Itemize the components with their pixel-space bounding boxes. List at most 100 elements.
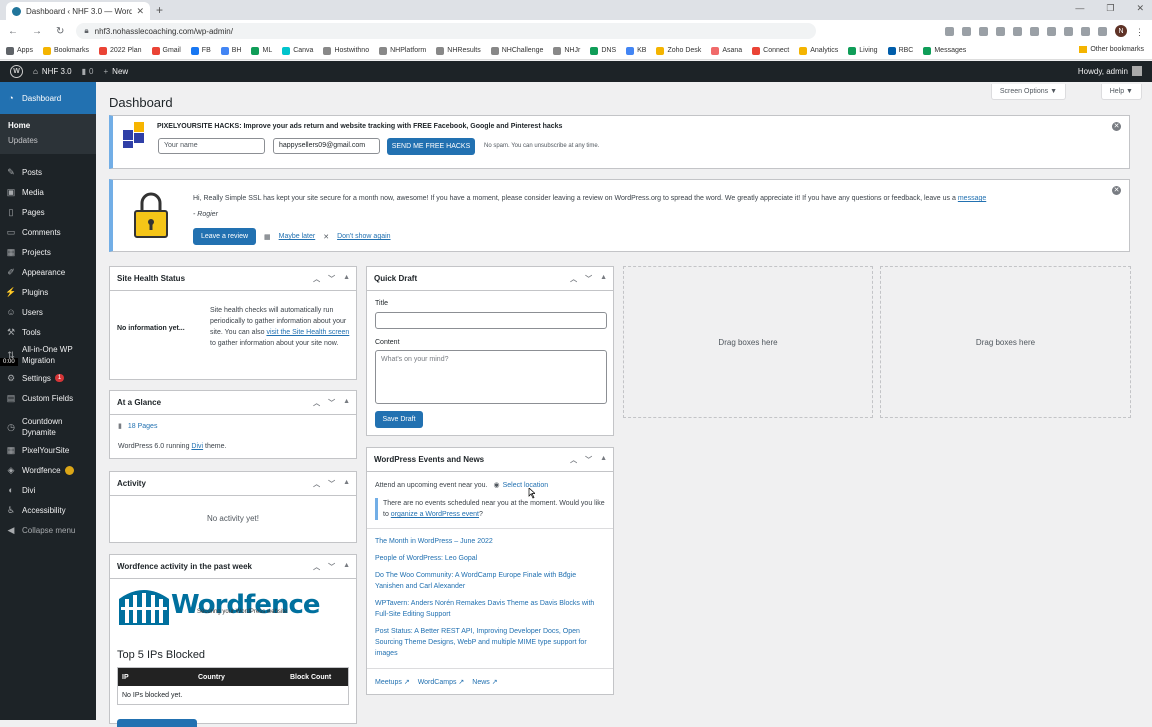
sidebar-item-dashboard[interactable]: ◔ Dashboard [0, 82, 96, 114]
sidebar-item-countdown-dynamite[interactable]: ◷ Countdown Dynamite [0, 414, 96, 440]
bookmark-item[interactable]: Connect [752, 46, 789, 55]
other-bookmarks[interactable]: Other bookmarks [1075, 46, 1144, 53]
extension-icon[interactable] [979, 26, 988, 36]
show-more-button[interactable] [117, 719, 197, 727]
extension-icon[interactable] [962, 26, 971, 36]
extension-icon[interactable] [1081, 26, 1090, 36]
wordpress-logo-button[interactable]: W [10, 65, 23, 78]
leave-review-button[interactable]: Leave a review [193, 228, 256, 245]
bookmark-item[interactable]: RBC [887, 46, 913, 55]
move-down-icon[interactable]: ﹀ [328, 479, 335, 489]
news-link[interactable]: WPTavern: Anders Norén Remakes Davis The… [375, 598, 605, 620]
bookmark-item[interactable]: Hostwithno [323, 46, 369, 55]
submenu-home[interactable]: Home [0, 118, 96, 133]
maybe-later-link[interactable]: Maybe later [279, 233, 316, 240]
new-tab-button[interactable]: + [156, 3, 163, 17]
organize-event-link[interactable]: organize a WordPress event [391, 511, 479, 518]
news-link[interactable]: Post Status: A Better REST API, Improvin… [375, 626, 605, 659]
name-input[interactable]: Your name [158, 138, 265, 154]
extension-icon[interactable] [1064, 26, 1073, 36]
browser-tab[interactable]: Dashboard ‹ NHF 3.0 — WordPre ✕ [6, 2, 150, 20]
bookmark-item[interactable]: BH [220, 46, 241, 55]
sidebar-item-settings[interactable]: ⚙ Settings 1 [0, 368, 96, 388]
bookmark-item[interactable]: Apps [6, 46, 33, 55]
bookmark-item[interactable]: Messages [923, 46, 966, 55]
sidebar-item-users[interactable]: ☺ Users [0, 302, 96, 322]
maximize-icon[interactable]: ❐ [1106, 3, 1114, 14]
toggle-panel-icon[interactable]: ▲ [343, 274, 350, 284]
meetups-link[interactable]: Meetups ↗ [375, 678, 410, 686]
toggle-panel-icon[interactable]: ▲ [600, 274, 607, 284]
extension-icon[interactable] [1013, 26, 1022, 36]
select-location-link[interactable]: Select location [503, 482, 549, 489]
submenu-updates[interactable]: Updates [0, 133, 96, 148]
move-up-icon[interactable]: ︿ [313, 398, 320, 408]
browser-menu-icon[interactable]: ⋮ [1135, 27, 1144, 37]
move-down-icon[interactable]: ﹀ [328, 274, 335, 284]
sidebar-item-posts[interactable]: ✎ Posts [0, 162, 96, 182]
sidebar-item-projects[interactable]: ▦ Projects [0, 242, 96, 262]
toggle-panel-icon[interactable]: ▲ [343, 398, 350, 408]
collapse-menu-button[interactable]: ◀ Collapse menu [0, 520, 96, 540]
back-icon[interactable]: ← [8, 26, 18, 37]
toggle-panel-icon[interactable]: ▲ [600, 455, 607, 465]
sidebar-item-accessibility[interactable]: ♿︎ Accessibility [0, 500, 96, 520]
toggle-panel-icon[interactable]: ▲ [343, 479, 350, 489]
move-down-icon[interactable]: ﹀ [585, 274, 592, 284]
bookmark-item[interactable]: ML [251, 46, 272, 55]
profile-avatar[interactable]: N [1115, 25, 1127, 37]
sidebar-item-pages[interactable]: ▯ Pages [0, 202, 96, 222]
move-up-icon[interactable]: ︿ [313, 479, 320, 489]
user-account-menu[interactable]: Howdy, admin [1078, 66, 1142, 76]
move-up-icon[interactable]: ︿ [313, 274, 320, 284]
bookmark-item[interactable]: NHResults [436, 46, 481, 55]
bookmark-item[interactable]: KB [626, 46, 646, 55]
bookmark-item[interactable]: Gmail [151, 46, 181, 55]
bookmark-item[interactable]: Bookmarks [42, 46, 89, 55]
bookmark-item[interactable]: Zoho Desk [656, 46, 701, 55]
message-link[interactable]: message [958, 195, 986, 202]
drag-drop-zone[interactable]: Drag boxes here [623, 266, 873, 418]
extension-icon[interactable] [996, 26, 1005, 36]
forward-icon[interactable]: → [32, 26, 42, 37]
sidebar-item-wordfence[interactable]: ◈ Wordfence [0, 460, 96, 480]
bookmark-item[interactable]: FB [190, 46, 211, 55]
move-down-icon[interactable]: ﹀ [328, 562, 335, 572]
toggle-panel-icon[interactable]: ▲ [343, 562, 350, 572]
news-link[interactable]: People of WordPress: Leo Gopal [375, 553, 605, 564]
extension-icon[interactable] [945, 26, 954, 36]
screen-options-button[interactable]: Screen Options ▼ [990, 84, 1066, 100]
bookmark-item[interactable]: Analytics [799, 46, 838, 55]
close-window-icon[interactable]: ✕ [1136, 3, 1144, 14]
draft-title-input[interactable] [375, 312, 607, 329]
sidebar-item-media[interactable]: ▣ Media [0, 182, 96, 202]
extension-icon[interactable] [1098, 26, 1107, 36]
bookmark-item[interactable]: NHJr [553, 46, 580, 55]
help-button[interactable]: Help ▼ [1100, 84, 1142, 100]
move-down-icon[interactable]: ﹀ [585, 455, 592, 465]
bookmark-item[interactable]: 2022 Plan [98, 46, 142, 55]
wordcamps-link[interactable]: WordCamps ↗ [418, 678, 465, 686]
sidebar-item-plugins[interactable]: ⚡ Plugins [0, 282, 96, 302]
dont-show-again-link[interactable]: Don't show again [337, 233, 390, 240]
site-name-link[interactable]: ⌂ NHF 3.0 [33, 67, 72, 76]
news-link[interactable]: The Month in WordPress – June 2022 [375, 536, 605, 547]
extension-icon[interactable] [1047, 26, 1056, 36]
sidebar-item-appearance[interactable]: ✐ Appearance [0, 262, 96, 282]
news-footer-link[interactable]: News ↗ [472, 678, 497, 686]
sidebar-item-pixelyoursite[interactable]: ▦ PixelYourSite [0, 440, 96, 460]
pages-count-link[interactable]: 18 Pages [128, 423, 158, 430]
draft-content-textarea[interactable]: What's on your mind? [375, 350, 607, 404]
dismiss-notice-icon[interactable]: ✕ [1112, 122, 1121, 131]
move-down-icon[interactable]: ﹀ [328, 398, 335, 408]
drag-drop-zone[interactable]: Drag boxes here [880, 266, 1131, 418]
comments-link[interactable]: ▮ 0 [82, 67, 94, 76]
theme-link[interactable]: Divi [191, 443, 203, 450]
move-up-icon[interactable]: ︿ [570, 455, 577, 465]
bookmark-item[interactable]: NHChallenge [490, 46, 543, 55]
sidebar-item-divi[interactable]: ◐ Divi [0, 480, 96, 500]
site-health-link[interactable]: visit the Site Health screen [266, 329, 349, 336]
extension-icon[interactable] [1030, 26, 1039, 36]
bookmark-item[interactable]: Living [848, 46, 878, 55]
bookmark-item[interactable]: NHPlatform [379, 46, 426, 55]
